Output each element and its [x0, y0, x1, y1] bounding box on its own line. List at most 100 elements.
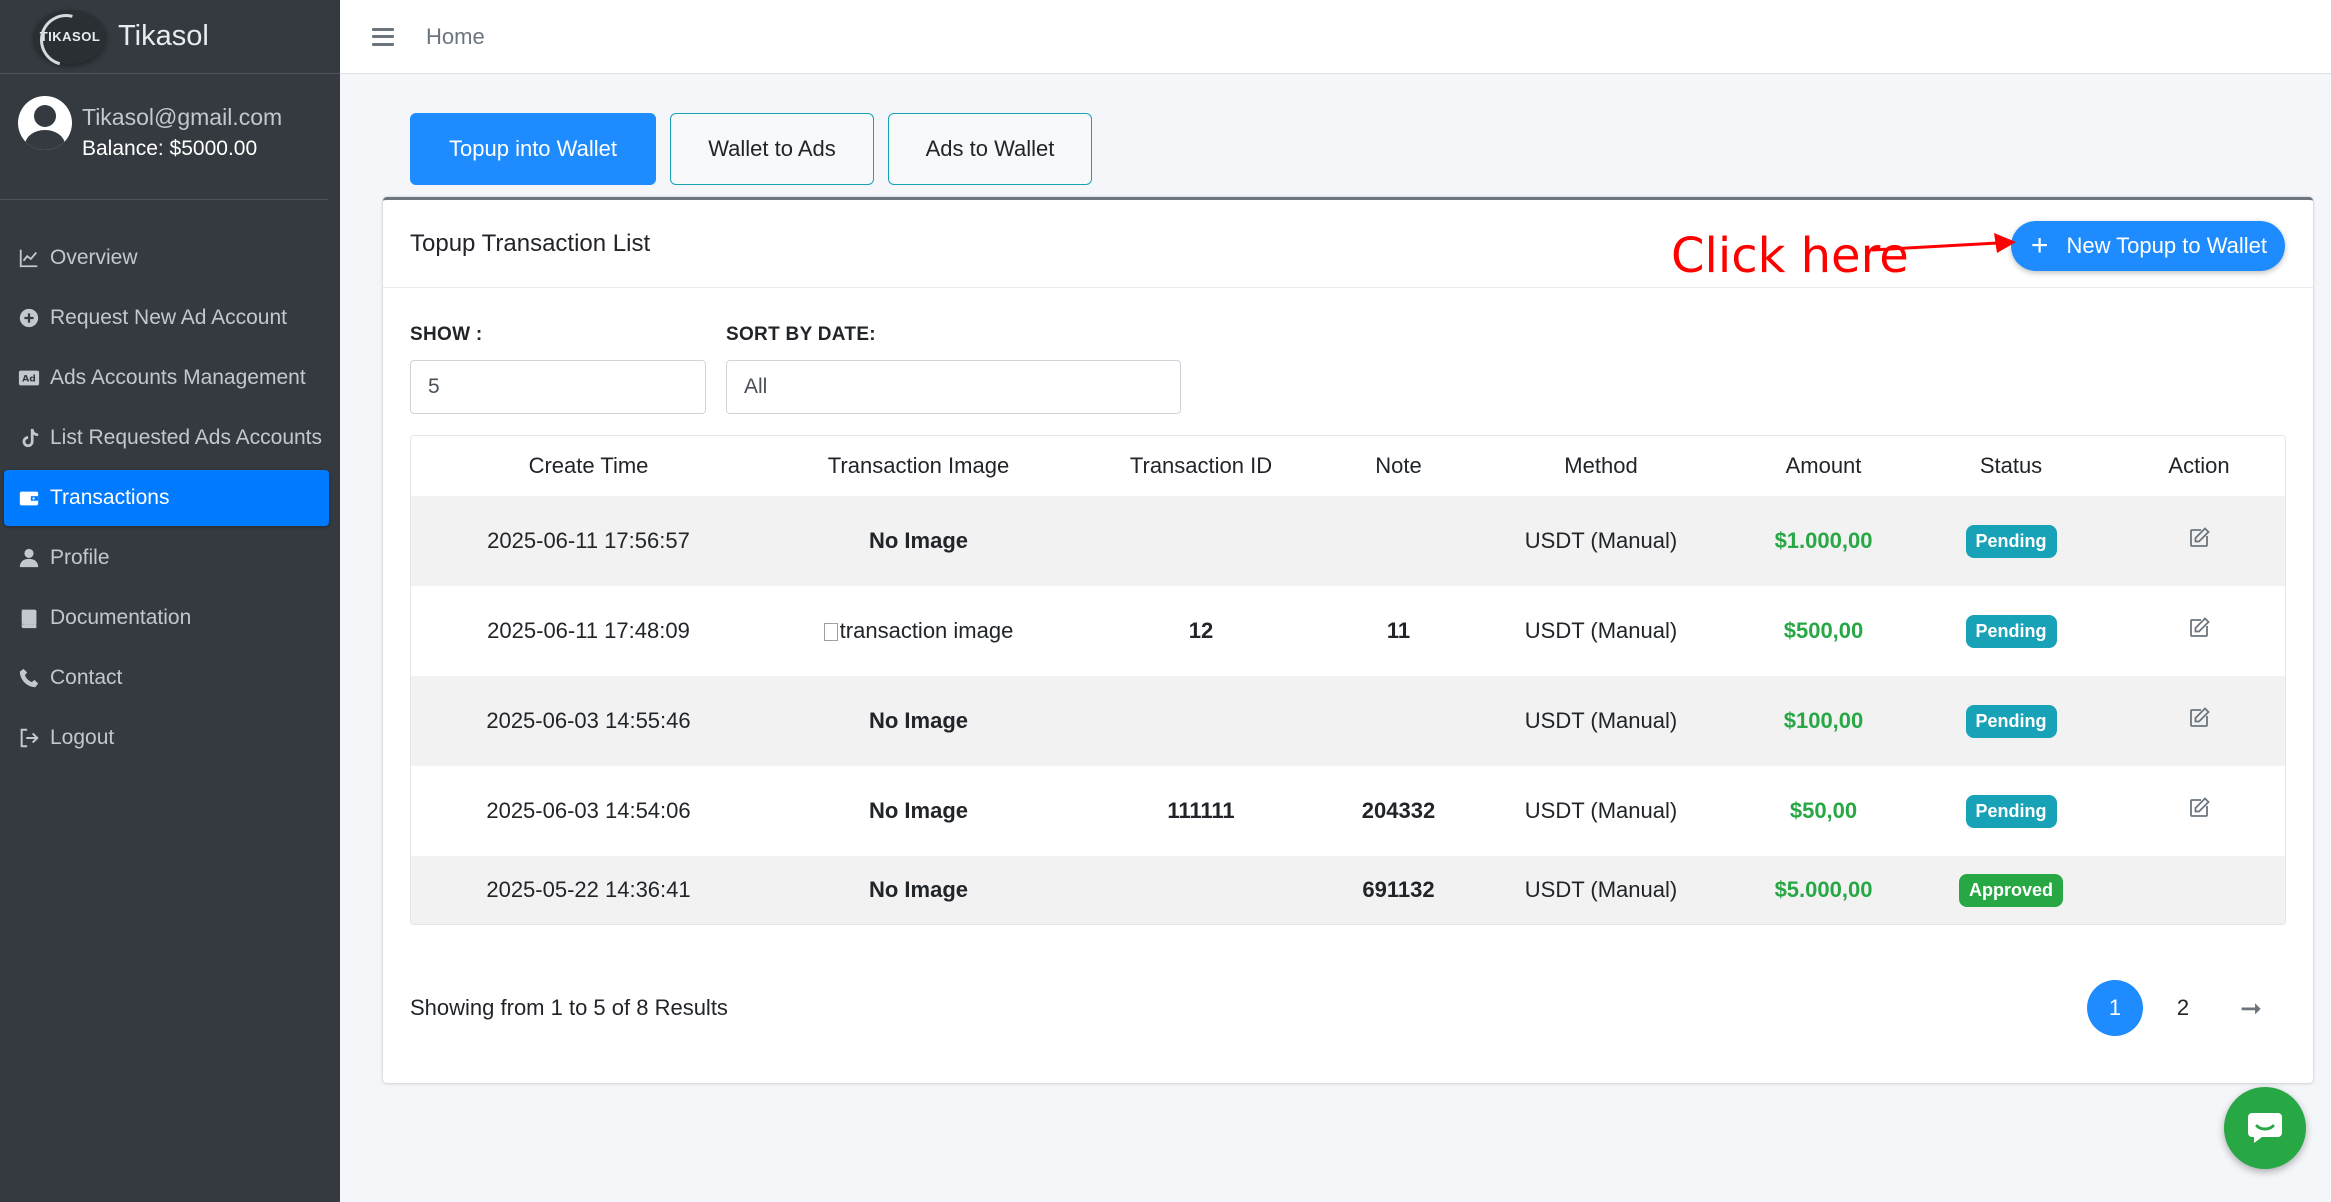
table-row: 2025-06-11 17:56:57 No Image USDT (Manua… [411, 496, 2285, 586]
wallet-icon [16, 487, 42, 509]
transaction-image: No Image [868, 877, 969, 902]
logout-icon [16, 727, 42, 749]
sidebar-item-label: Transactions [50, 486, 170, 509]
sidebar-item-label: List Requested Ads Accounts [50, 426, 323, 449]
column-header[interactable]: Transaction ID [1071, 436, 1331, 496]
status-badge: Approved [1958, 873, 2063, 907]
sidebar-item-label: Contact [50, 666, 123, 689]
sidebar-item-label: Logout [50, 726, 115, 749]
sidebar-item-list-requested-ads-accounts[interactable]: List Requested Ads Accounts [4, 410, 329, 466]
table-row: 2025-06-11 17:48:09 transaction image 12… [411, 586, 2285, 676]
tab-wallet-to-ads[interactable]: Wallet to Ads [670, 113, 874, 185]
broken-image-icon [823, 623, 838, 641]
sort-by-date-select[interactable]: All [726, 360, 1181, 414]
card-title: Topup Transaction List [410, 229, 651, 257]
new-topup-button-label: New Topup to Wallet [2066, 233, 2267, 258]
show-label: SHOW : [410, 324, 483, 345]
amount: $5.000,00 [1774, 877, 1873, 902]
sidebar-item-label: Overview [50, 246, 138, 269]
menu-toggle-icon[interactable] [372, 27, 394, 46]
status-cell: Approved [1911, 856, 2111, 924]
note: 691132 [1362, 877, 1435, 902]
status-badge: Pending [1965, 524, 2057, 558]
chat-widget-button[interactable] [2224, 1087, 2306, 1169]
sidebar-item-contact[interactable]: Contact [4, 650, 329, 706]
method: USDT (Manual) [1524, 528, 1678, 553]
column-header[interactable]: Create Time [411, 436, 766, 496]
transaction-image: No Image [868, 798, 969, 823]
sidebar: TIKASOL Tikasol Tikasol@gmail.com Balanc… [0, 0, 340, 1202]
transaction-id: 12 [1188, 618, 1214, 643]
sidebar-item-logout[interactable]: Logout [4, 710, 329, 766]
sidebar-item-profile[interactable]: Profile [4, 530, 329, 586]
sidebar-item-label: Documentation [50, 606, 192, 629]
status-badge: Pending [1965, 704, 2057, 738]
chart-line-icon [16, 247, 42, 269]
brand-name: Tikasol [118, 20, 209, 52]
status-badge: Pending [1965, 614, 2057, 648]
breadcrumb-home[interactable]: Home [426, 24, 485, 50]
edit-icon[interactable] [2187, 797, 2211, 825]
book-icon [16, 607, 42, 629]
transaction-image: transaction image [766, 586, 1071, 676]
sidebar-item-label: Ads Accounts Management [50, 366, 306, 389]
svg-text:Ad: Ad [22, 374, 36, 385]
page-1-button[interactable]: 1 [2087, 980, 2143, 1036]
method: USDT (Manual) [1524, 798, 1678, 823]
amount: $100,00 [1783, 708, 1864, 733]
tab-topup-into-wallet[interactable]: Topup into Wallet [410, 113, 656, 185]
sidebar-item-overview[interactable]: Overview [4, 230, 329, 286]
status-badge: Pending [1965, 794, 2057, 828]
user-icon [16, 547, 42, 569]
transaction-image-alt: transaction image [839, 618, 1014, 643]
card-header: Topup Transaction List + New Topup to Wa… [383, 200, 2313, 288]
table-row: 2025-06-03 14:55:46 No Image USDT (Manua… [411, 676, 2285, 766]
column-header[interactable]: Amount [1736, 436, 1911, 496]
user-balance: Balance: $5000.00 [82, 137, 258, 160]
create-time: 2025-06-11 17:56:57 [487, 528, 690, 553]
sidebar-item-transactions[interactable]: Transactions [4, 470, 329, 526]
sidebar-item-label: Profile [50, 546, 110, 569]
brand-link[interactable]: TIKASOL Tikasol [0, 0, 340, 74]
sidebar-item-documentation[interactable]: Documentation [4, 590, 329, 646]
method: USDT (Manual) [1524, 708, 1678, 733]
edit-icon[interactable] [2187, 527, 2211, 555]
amount: $500,00 [1783, 618, 1864, 643]
create-time: 2025-06-03 14:54:06 [486, 798, 691, 823]
transaction-id [1071, 676, 1331, 766]
status-cell: Pending [1911, 676, 2111, 766]
new-topup-button[interactable]: + New Topup to Wallet [2010, 221, 2285, 271]
transaction-image: No Image [868, 708, 969, 733]
transaction-image: No Image [868, 528, 969, 553]
annotation-arrow-icon [1871, 233, 2016, 253]
edit-icon[interactable] [2187, 617, 2211, 645]
ad-icon: Ad [16, 367, 42, 389]
column-header[interactable]: Action [2111, 436, 2285, 496]
page-2-button[interactable]: 2 [2155, 980, 2211, 1036]
plus-icon: + [2030, 229, 2049, 262]
status-cell: Pending [1911, 766, 2111, 856]
sidebar-nav: Overview Request New Ad Account Ad Ads A… [0, 200, 340, 766]
show-select[interactable]: 5 [410, 360, 706, 414]
transactions-table: Create Time Transaction Image Transactio… [410, 435, 2286, 925]
user-email[interactable]: Tikasol@gmail.com [82, 104, 282, 131]
sidebar-item-request-new-ad-account[interactable]: Request New Ad Account [4, 290, 329, 346]
create-time: 2025-06-11 17:48:09 [487, 618, 690, 643]
next-page-arrow-icon[interactable]: ➞ [2223, 980, 2279, 1036]
edit-icon[interactable] [2187, 707, 2211, 735]
sidebar-item-ads-accounts-management[interactable]: Ad Ads Accounts Management [4, 350, 329, 406]
action-cell [2111, 766, 2285, 856]
phone-icon [16, 667, 42, 689]
column-header[interactable]: Transaction Image [766, 436, 1071, 496]
column-header[interactable]: Note [1331, 436, 1466, 496]
column-header[interactable]: Method [1466, 436, 1736, 496]
status-cell: Pending [1911, 586, 2111, 676]
tab-ads-to-wallet[interactable]: Ads to Wallet [888, 113, 1092, 185]
chat-bubble-icon [2248, 1113, 2282, 1143]
transaction-id: 111111 [1167, 798, 1235, 823]
action-cell [2111, 586, 2285, 676]
results-summary: Showing from 1 to 5 of 8 Results [410, 995, 728, 1020]
column-header[interactable]: Status [1911, 436, 2111, 496]
note [1331, 496, 1466, 586]
transaction-card: Topup Transaction List + New Topup to Wa… [383, 197, 2313, 1083]
